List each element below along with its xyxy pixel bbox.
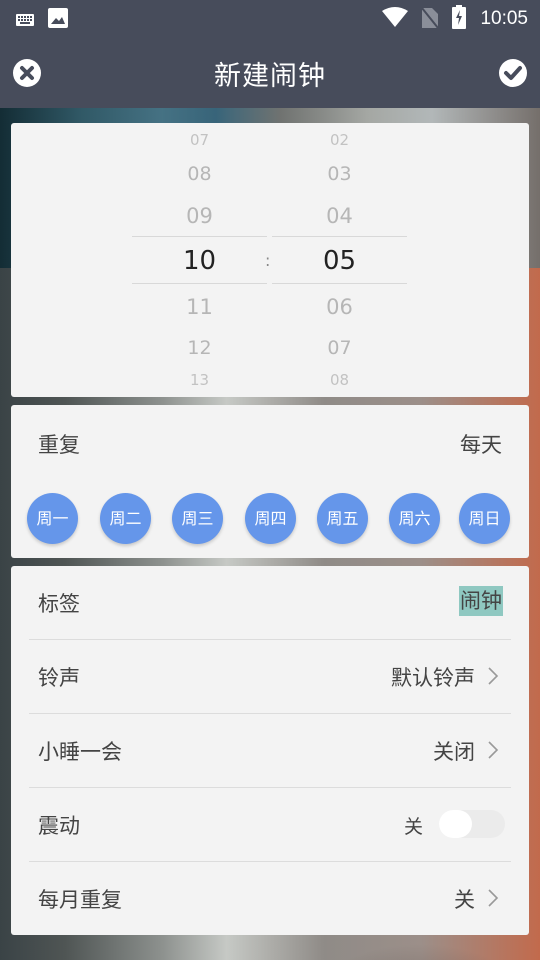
snooze-row[interactable]: 小睡一会 关闭 (29, 714, 511, 788)
chevron-right-icon (487, 666, 499, 686)
ringtone-row[interactable]: 铃声 默认铃声 (29, 640, 511, 714)
ringtone-label: 铃声 (38, 666, 80, 690)
ringtone-value: 默认铃声 (391, 666, 475, 690)
day-toggle-thu[interactable]: 周四 (245, 493, 296, 544)
hour-selection-line-bottom (132, 283, 267, 284)
repeat-card: 重复 每天 周一 周二 周三 周四 周五 周六 周日 (11, 405, 529, 558)
minute-wheel[interactable]: 02 03 04 05 06 07 08 (272, 123, 407, 397)
chevron-right-icon (487, 888, 499, 908)
hour-option[interactable]: 13 (132, 371, 267, 389)
hour-wheel[interactable]: 07 08 09 10 11 12 13 (132, 123, 267, 397)
hour-option[interactable]: 08 (132, 163, 267, 185)
day-toggle-sat[interactable]: 周六 (389, 493, 440, 544)
minute-option[interactable]: 04 (272, 204, 407, 228)
monthly-repeat-label: 每月重复 (38, 888, 122, 912)
app-bar: 新建闹钟 (0, 36, 540, 108)
snooze-value: 关闭 (433, 740, 475, 764)
clock-time: 10:05 (480, 8, 528, 29)
settings-card: 标签 闹钟 铃声 默认铃声 小睡一会 关闭 震动 关 每月重复 关 (11, 566, 529, 935)
toggle-knob (439, 810, 472, 838)
battery-charging-icon (452, 5, 467, 33)
tag-label: 标签 (38, 592, 80, 616)
hour-option[interactable]: 09 (132, 204, 267, 228)
minute-option[interactable]: 06 (272, 295, 407, 319)
tag-value-field[interactable]: 闹钟 (459, 586, 503, 616)
vibrate-toggle[interactable] (439, 810, 505, 838)
check-circle-icon (498, 59, 528, 92)
vibrate-row: 震动 关 (29, 788, 511, 862)
day-toggle-wed[interactable]: 周三 (172, 493, 223, 544)
day-toggle-tue[interactable]: 周二 (100, 493, 151, 544)
snooze-label: 小睡一会 (38, 740, 122, 764)
time-separator: : (265, 251, 271, 270)
chevron-right-icon (487, 740, 499, 760)
minute-selection-line-top (272, 236, 407, 237)
repeat-label: 重复 (38, 433, 80, 457)
monthly-repeat-row[interactable]: 每月重复 关 (29, 862, 511, 936)
keyboard-icon (16, 11, 34, 30)
tag-row[interactable]: 标签 闹钟 (29, 566, 511, 640)
no-sim-icon (421, 6, 440, 32)
image-icon (48, 8, 68, 32)
minute-selection-line-bottom (272, 283, 407, 284)
day-toggle-mon[interactable]: 周一 (27, 493, 78, 544)
time-picker: 07 08 09 10 11 12 13 : 02 03 04 05 06 07… (11, 123, 529, 397)
hour-option[interactable]: 11 (132, 295, 267, 319)
selected-hour[interactable]: 10 (132, 246, 267, 276)
monthly-repeat-value: 关 (454, 888, 475, 912)
wifi-icon (382, 7, 409, 31)
confirm-button[interactable] (498, 58, 528, 88)
status-bar: 10:05 (0, 0, 540, 36)
hour-selection-line-top (132, 236, 267, 237)
minute-option[interactable]: 02 (272, 131, 407, 149)
minute-option[interactable]: 03 (272, 163, 407, 185)
selected-minute[interactable]: 05 (272, 246, 407, 276)
minute-option[interactable]: 07 (272, 337, 407, 359)
repeat-value[interactable]: 每天 (460, 429, 502, 459)
vibrate-label: 震动 (38, 814, 80, 838)
vibrate-state-label: 关 (403, 816, 423, 838)
weekday-selector: 周一 周二 周三 周四 周五 周六 周日 (27, 493, 517, 545)
page-title: 新建闹钟 (214, 61, 326, 92)
hour-option[interactable]: 07 (132, 131, 267, 149)
day-toggle-fri[interactable]: 周五 (317, 493, 368, 544)
hour-option[interactable]: 12 (132, 337, 267, 359)
minute-option[interactable]: 08 (272, 371, 407, 389)
day-toggle-sun[interactable]: 周日 (459, 493, 510, 544)
